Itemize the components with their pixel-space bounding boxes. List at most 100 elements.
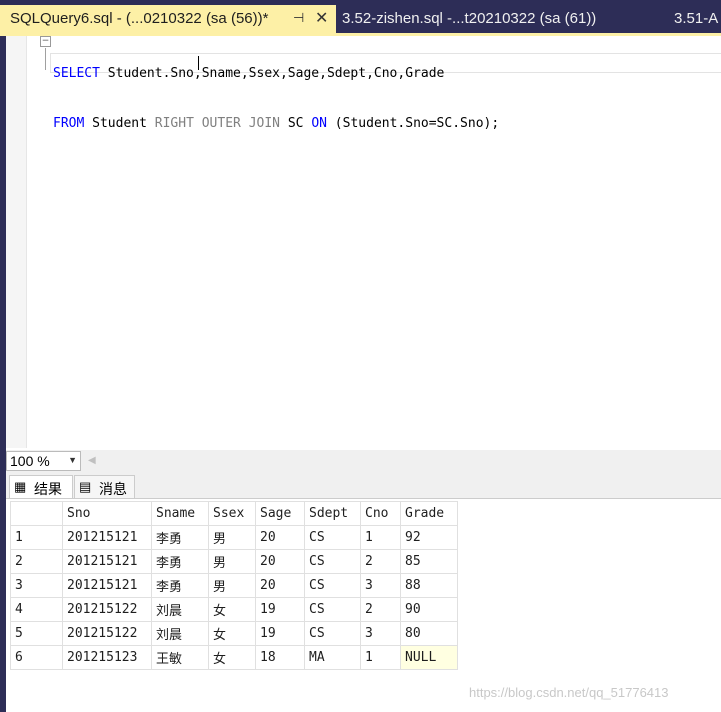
message-icon: ▤: [79, 479, 92, 494]
cell-ssex[interactable]: 男: [208, 549, 256, 574]
tab-label: SQLQuery6.sql - (...0210322 (sa (56))*: [10, 10, 269, 27]
table-row[interactable]: 2 201215121 李勇 男 20 CS 2 85: [10, 549, 458, 574]
grid-icon: ▦: [14, 479, 27, 494]
pin-icon[interactable]: ⊣: [293, 10, 304, 26]
cell-sage[interactable]: 19: [255, 621, 305, 646]
column-header-ssex[interactable]: Ssex: [208, 501, 256, 526]
cell-sdept[interactable]: CS: [304, 621, 361, 646]
fold-guide: [45, 48, 46, 70]
row-number[interactable]: 3: [10, 573, 63, 598]
column-header-grade[interactable]: Grade: [400, 501, 458, 526]
cell-sdept[interactable]: CS: [304, 573, 361, 598]
cell-ssex[interactable]: 男: [208, 573, 256, 598]
cell-sdept[interactable]: CS: [304, 549, 361, 574]
cell-sno[interactable]: 201215123: [62, 645, 152, 670]
collapse-icon[interactable]: −: [40, 36, 51, 47]
column-header-sno[interactable]: Sno: [62, 501, 152, 526]
column-header-cno[interactable]: Cno: [360, 501, 401, 526]
cell-sage[interactable]: 20: [255, 549, 305, 574]
cell-sno[interactable]: 201215121: [62, 525, 152, 550]
cell-sname[interactable]: 李勇: [151, 573, 209, 598]
tab-3-51[interactable]: 3.51-A: [674, 5, 721, 33]
cell-ssex[interactable]: 女: [208, 597, 256, 622]
close-icon[interactable]: ✕: [315, 8, 328, 28]
sql-code[interactable]: SELECT Student.Sno,Sname,Ssex,Sage,Sdept…: [53, 34, 499, 149]
cell-sdept[interactable]: CS: [304, 597, 361, 622]
cell-cno[interactable]: 1: [360, 645, 401, 670]
tab-label: 3.52-zishen.sql -...t20210322 (sa (61)): [342, 10, 597, 27]
tab-results[interactable]: ▦ 结果: [9, 475, 73, 498]
cell-sage[interactable]: 19: [255, 597, 305, 622]
row-number[interactable]: 5: [10, 621, 63, 646]
cell-sdept[interactable]: CS: [304, 525, 361, 550]
cell-sname[interactable]: 刘晨: [151, 621, 209, 646]
code-line-2: FROM Student RIGHT OUTER JOIN SC ON (Stu…: [53, 114, 499, 134]
table-row[interactable]: 1 201215121 李勇 男 20 CS 1 92: [10, 525, 458, 550]
row-number-header[interactable]: [10, 501, 63, 526]
tab-results-label: 结果: [34, 481, 62, 497]
row-number[interactable]: 1: [10, 525, 63, 550]
cell-grade[interactable]: 92: [400, 525, 458, 550]
zoom-value: 100 %: [10, 453, 50, 469]
table-row[interactable]: 6 201215123 王敏 女 18 MA 1 NULL: [10, 645, 458, 670]
cell-ssex[interactable]: 男: [208, 525, 256, 550]
cell-cno[interactable]: 3: [360, 621, 401, 646]
grid-header-row: Sno Sname Ssex Sage Sdept Cno Grade: [10, 501, 458, 526]
watermark: https://blog.csdn.net/qq_51776413: [469, 685, 669, 700]
cell-sage[interactable]: 18: [255, 645, 305, 670]
keyword-select: SELECT: [53, 66, 100, 81]
table-row[interactable]: 5 201215122 刘晨 女 19 CS 3 80: [10, 621, 458, 646]
cell-grade[interactable]: 90: [400, 597, 458, 622]
keyword-join: JOIN: [248, 116, 281, 131]
column-header-sage[interactable]: Sage: [255, 501, 305, 526]
cell-grade[interactable]: 85: [400, 549, 458, 574]
text-caret: [198, 56, 199, 70]
table-sc: SC: [280, 116, 312, 131]
table-row[interactable]: 4 201215122 刘晨 女 19 CS 2 90: [10, 597, 458, 622]
cell-sname[interactable]: 刘晨: [151, 597, 209, 622]
zoom-dropdown[interactable]: 100 % ▼: [6, 451, 81, 471]
cell-cno[interactable]: 3: [360, 573, 401, 598]
keyword-from: FROM: [53, 116, 85, 131]
cell-cno[interactable]: 2: [360, 597, 401, 622]
select-columns: Student.Sno,Sname,Ssex,Sage,Sdept,Cno,Gr…: [99, 66, 445, 81]
keyword-outer: OUTER: [201, 116, 241, 131]
tab-sqlquery6[interactable]: SQLQuery6.sql - (...0210322 (sa (56))* ⊣…: [0, 5, 336, 33]
cell-grade-null[interactable]: NULL: [400, 645, 458, 670]
row-number[interactable]: 2: [10, 549, 63, 574]
tab-label: 3.51-A: [674, 10, 719, 27]
cell-sage[interactable]: 20: [255, 573, 305, 598]
cell-ssex[interactable]: 女: [208, 645, 256, 670]
cell-sage[interactable]: 20: [255, 525, 305, 550]
tab-messages-label: 消息: [99, 481, 127, 497]
keyword-right: RIGHT: [154, 116, 194, 131]
row-number[interactable]: 6: [10, 645, 63, 670]
column-header-sname[interactable]: Sname: [151, 501, 209, 526]
scroll-left-icon[interactable]: ◀: [88, 455, 96, 466]
code-line-1: SELECT Student.Sno,Sname,Ssex,Sage,Sdept…: [53, 64, 499, 84]
results-grid[interactable]: Sno Sname Ssex Sage Sdept Cno Grade 1 20…: [10, 501, 458, 670]
cell-grade[interactable]: 80: [400, 621, 458, 646]
join-condition: (Student.Sno=SC.Sno);: [326, 116, 500, 131]
cell-grade[interactable]: 88: [400, 573, 458, 598]
editor-status-bar: [6, 450, 721, 472]
table-row[interactable]: 3 201215121 李勇 男 20 CS 3 88: [10, 573, 458, 598]
row-number[interactable]: 4: [10, 597, 63, 622]
cell-sno[interactable]: 201215121: [62, 549, 152, 574]
cell-sname[interactable]: 李勇: [151, 525, 209, 550]
cell-sno[interactable]: 201215122: [62, 621, 152, 646]
cell-sno[interactable]: 201215121: [62, 573, 152, 598]
cell-cno[interactable]: 1: [360, 525, 401, 550]
cell-sname[interactable]: 王敏: [151, 645, 209, 670]
cell-sdept[interactable]: MA: [304, 645, 361, 670]
tab-messages[interactable]: ▤ 消息: [74, 475, 135, 498]
table-student: Student: [84, 116, 155, 131]
cell-cno[interactable]: 2: [360, 549, 401, 574]
editor-gutter: [6, 36, 26, 448]
cell-sname[interactable]: 李勇: [151, 549, 209, 574]
cell-sno[interactable]: 201215122: [62, 597, 152, 622]
cell-ssex[interactable]: 女: [208, 621, 256, 646]
column-header-sdept[interactable]: Sdept: [304, 501, 361, 526]
